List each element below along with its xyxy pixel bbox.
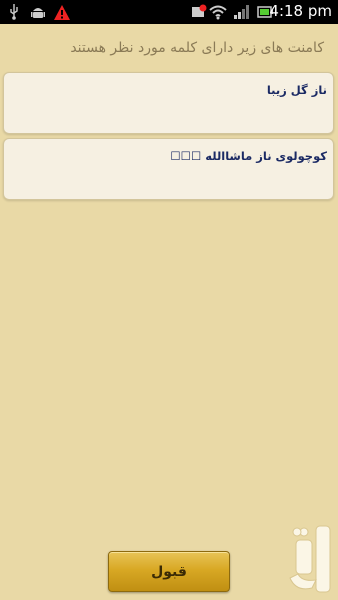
usb-icon xyxy=(8,3,20,21)
comment-text: ناز گل زیبا xyxy=(266,83,327,97)
notification-icon xyxy=(191,3,207,21)
wifi-icon xyxy=(209,3,227,21)
header-title: کامنت های زیر دارای کلمه مورد نظر هستند xyxy=(70,40,324,56)
comment-card[interactable]: ناز گل زیبا xyxy=(3,72,334,134)
status-bar: 4:18 pm xyxy=(0,0,338,24)
app-logo-icon xyxy=(286,522,336,596)
comment-text: کوچولوی ناز ماشاالله ☐☐☐ xyxy=(170,149,327,163)
accept-button[interactable]: قبول xyxy=(108,551,230,592)
warning-icon xyxy=(54,3,70,21)
android-icon xyxy=(30,3,46,21)
signal-icon xyxy=(233,3,251,21)
comment-card[interactable]: کوچولوی ناز ماشاالله ☐☐☐ xyxy=(3,138,334,200)
clock: 4:18 pm xyxy=(269,2,332,20)
